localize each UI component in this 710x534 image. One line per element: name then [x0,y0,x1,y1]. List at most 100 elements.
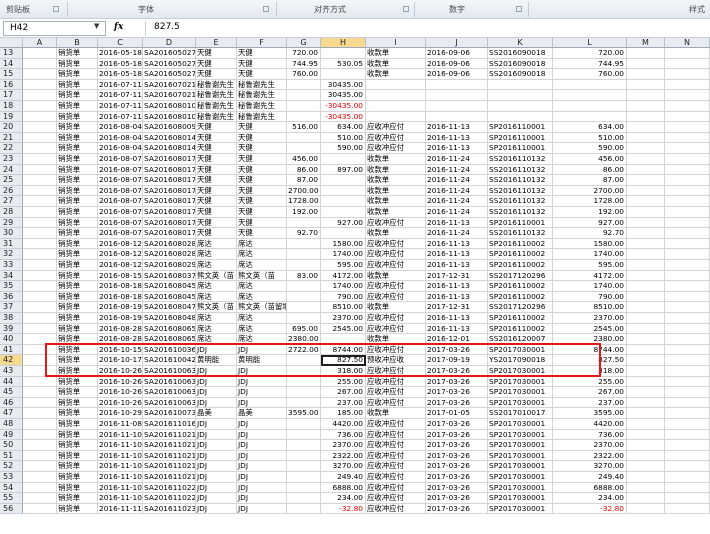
cell-a[interactable] [23,58,57,70]
cell-a[interactable] [23,302,57,313]
cell-e[interactable]: 席达 [196,313,237,324]
cell-m[interactable] [627,419,665,430]
cell-h[interactable]: 318.00 [321,366,366,377]
cell-e[interactable]: 天健 [196,69,237,80]
cell-m[interactable] [627,270,665,282]
row-header[interactable]: 21 [0,132,23,144]
column-header-e[interactable]: E [196,38,237,48]
cell-l[interactable] [553,90,627,101]
cell-g[interactable]: 760.00 [287,69,321,80]
cell-g[interactable] [287,419,321,430]
cell-g[interactable]: 695.00 [287,323,321,335]
cell-i[interactable]: 应收冲应付 [366,493,426,504]
cell-j[interactable]: 2016-11-13 [426,323,488,335]
cell-n[interactable] [665,175,710,186]
cell-j[interactable]: 2016-11-24 [426,185,488,197]
cell-f[interactable]: 天健 [237,48,287,59]
row-header[interactable]: 31 [0,238,23,250]
cell-d[interactable]: SA2016080171 [143,196,196,207]
cell-h[interactable]: 4420.00 [321,419,366,430]
cell-n[interactable] [665,69,710,80]
cell-k[interactable]: SS2017120296 [488,302,553,313]
cell-i[interactable]: 应收冲应付 [366,450,426,462]
cell-h[interactable]: 6888.00 [321,482,366,494]
cell-n[interactable] [665,472,710,483]
cell-n[interactable] [665,111,710,123]
cell-n[interactable] [665,79,710,91]
cell-c[interactable]: 2016-07-11 [98,79,143,91]
cell-l[interactable]: 456.00 [553,154,627,165]
cell-d[interactable]: SA2016080171 [143,175,196,186]
cell-j[interactable]: 2017-03-26 [426,366,488,377]
cell-n[interactable] [665,366,710,377]
cell-l[interactable]: 2370.00 [553,440,627,451]
cell-f[interactable]: 熊文英（苗留垠） [237,302,287,313]
cell-i[interactable]: 应收冲应付 [366,503,426,515]
cell-c[interactable]: 2016-08-07 [98,207,143,218]
cell-m[interactable] [627,196,665,207]
cell-b[interactable]: 销货单 [57,79,98,91]
cell-l[interactable]: 595.00 [553,260,627,271]
column-header-a[interactable]: A [23,38,57,48]
cell-h[interactable] [321,175,366,186]
cell-j[interactable]: 2017-03-26 [426,503,488,515]
cell-a[interactable] [23,207,57,218]
row-header[interactable]: 43 [0,366,23,377]
cell-g[interactable] [287,132,321,144]
cell-b[interactable]: 销货单 [57,270,98,282]
cell-l[interactable]: 255.00 [553,376,627,388]
cell-i[interactable]: 收款单 [366,334,426,345]
cell-e[interactable]: 黄明能 [196,355,237,366]
cell-k[interactable]: SP2017030001 [488,503,553,515]
cell-a[interactable] [23,132,57,144]
cell-h[interactable] [321,207,366,218]
cell-n[interactable] [665,408,710,419]
cell-f[interactable]: 席达 [237,313,287,324]
cell-m[interactable] [627,366,665,377]
cell-f[interactable]: 席达 [237,334,287,345]
cell-n[interactable] [665,238,710,250]
cell-m[interactable] [627,69,665,80]
cell-k[interactable]: SP2017030001 [488,344,553,356]
alignment-launcher-icon[interactable] [403,6,409,12]
cell-k[interactable]: SS2016110132 [488,175,553,186]
cell-m[interactable] [627,101,665,112]
cell-b[interactable]: 销货单 [57,122,98,133]
cell-g[interactable]: 83.00 [287,270,321,282]
cell-k[interactable]: SS2016110132 [488,164,553,176]
cell-j[interactable]: 2016-11-13 [426,281,488,292]
cell-a[interactable] [23,440,57,451]
cell-c[interactable]: 2016-05-18 [98,48,143,59]
cell-n[interactable] [665,58,710,70]
cell-b[interactable]: 销货单 [57,450,98,462]
cell-g[interactable]: 92.70 [287,228,321,239]
cell-a[interactable] [23,175,57,186]
row-header[interactable]: 55 [0,493,23,504]
cell-f[interactable]: 秘鲁谢先生 [237,90,287,101]
row-header[interactable]: 25 [0,175,23,186]
cell-n[interactable] [665,154,710,165]
cell-n[interactable] [665,164,710,176]
cell-e[interactable]: 天健 [196,58,237,70]
cell-a[interactable] [23,493,57,504]
cell-d[interactable]: SA2016110218 [143,472,196,483]
cell-a[interactable] [23,355,57,366]
cell-h[interactable] [321,185,366,197]
cell-g[interactable] [287,79,321,91]
cell-g[interactable] [287,260,321,271]
cell-n[interactable] [665,387,710,398]
row-header[interactable]: 14 [0,58,23,70]
cell-a[interactable] [23,503,57,515]
cell-h[interactable]: 4172.00 [321,270,366,282]
cell-a[interactable] [23,461,57,472]
cell-i[interactable]: 应收冲应付 [366,387,426,398]
row-header[interactable]: 56 [0,503,23,515]
cell-a[interactable] [23,122,57,133]
cell-l[interactable]: 827.50 [553,355,627,366]
cell-k[interactable]: SP2016110001 [488,143,553,154]
cell-j[interactable]: 2017-03-26 [426,461,488,472]
cell-m[interactable] [627,397,665,409]
cell-c[interactable]: 2016-10-26 [98,366,143,377]
cell-m[interactable] [627,482,665,494]
column-header-c[interactable]: C [98,38,143,48]
